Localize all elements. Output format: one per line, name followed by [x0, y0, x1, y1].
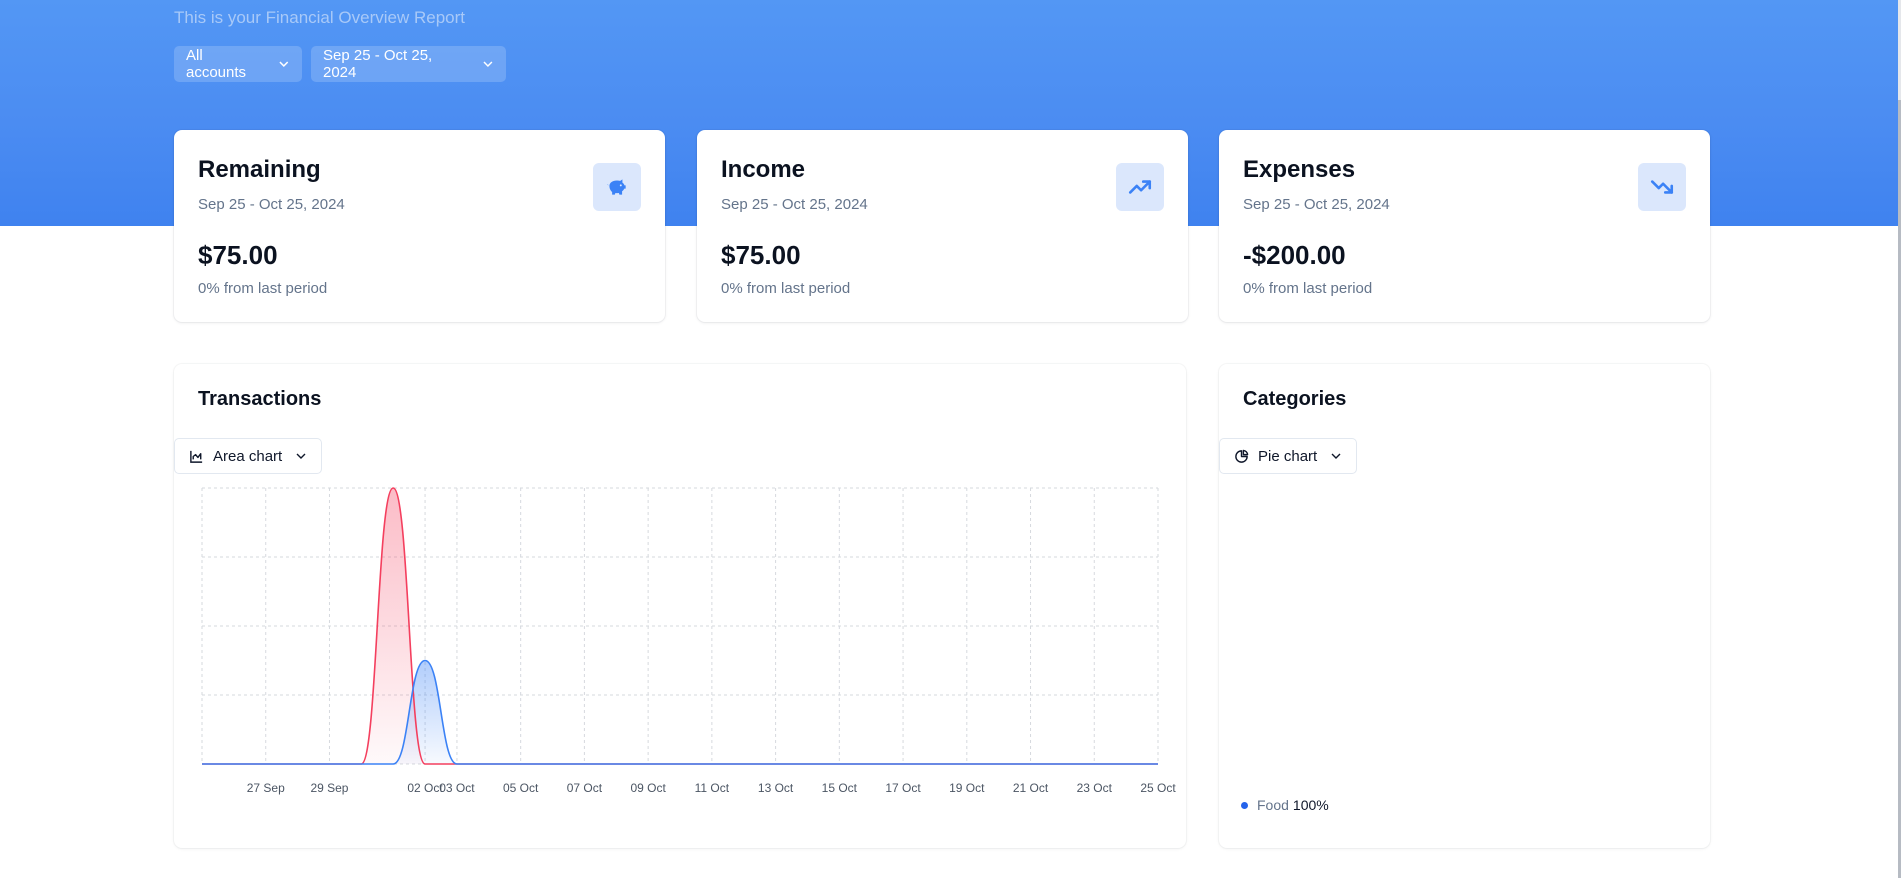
x-tick-label: 15 Oct [822, 781, 858, 795]
x-tick-label: 29 Sep [310, 781, 348, 795]
transactions-area-chart: 27 Sep 29 Sep 02 Oct03 Oct 05 Oct 07 Oct 09 O… [201, 487, 1176, 795]
series-line [202, 659, 1158, 765]
account-filter-label: All accounts [186, 47, 247, 81]
date-filter-label: Sep 25 - Oct 25, 2024 [323, 47, 433, 81]
card-title: Expenses [1243, 156, 1356, 183]
legend-percent: 100% [1292, 797, 1329, 813]
series-area [202, 660, 1158, 764]
piggy-bank-icon [593, 163, 641, 211]
x-tick-label: 21 Oct [1013, 781, 1049, 795]
pie-chart-icon [1235, 449, 1249, 463]
x-tick-label: 23 Oct [1077, 781, 1113, 795]
chart-type-label: Area chart [213, 447, 283, 465]
chevron-down-icon [296, 453, 306, 459]
card-title: Remaining [198, 156, 321, 183]
card-change: 0% from last period [1243, 280, 1373, 297]
chevron-down-icon [483, 61, 493, 68]
date-range-filter-select[interactable]: Sep 25 - Oct 25, 2024 [311, 46, 506, 82]
legend-dot [1241, 801, 1248, 809]
x-tick-label: 05 Oct [503, 781, 539, 795]
card-change: 0% from last period [721, 280, 851, 297]
report-subtitle: This is your Financial Overview Report [174, 8, 465, 27]
chart-type-select[interactable]: Area chart [174, 438, 323, 474]
card-title: Income [721, 156, 806, 183]
chevron-down-icon [279, 61, 289, 67]
card-value: -$200.00 [1243, 240, 1346, 270]
card-date-range: Sep 25 - Oct 25, 2024 [198, 196, 345, 213]
chevron-down-icon [1331, 453, 1341, 459]
area-chart-icon [190, 450, 203, 463]
card-date-range: Sep 25 - Oct 25, 2024 [721, 196, 868, 213]
transactions-title: Transactions [198, 388, 322, 410]
x-tick-label: 07 Oct [567, 781, 603, 795]
account-filter-select[interactable]: All accounts [174, 46, 302, 82]
x-tick-label: 27 Sep [247, 781, 285, 795]
categories-panel: Categories Pie chart Food 100% [1219, 364, 1710, 848]
legend-item: Food 100% [1241, 797, 1329, 813]
card-value: $75.00 [721, 240, 801, 270]
remaining-card: Remaining Sep 25 - Oct 25, 2024 $75.00 0… [174, 130, 665, 322]
x-tick-label: 09 Oct [630, 781, 666, 795]
transactions-panel: Transactions Area chart 27 Sep 29 Sep 02 O… [174, 364, 1186, 848]
trending-down-icon [1638, 163, 1686, 211]
legend-name: Food [1257, 797, 1289, 813]
expenses-card: Expenses Sep 25 - Oct 25, 2024 -$200.00 … [1219, 130, 1710, 322]
income-card: Income Sep 25 - Oct 25, 2024 $75.00 0% f… [697, 130, 1188, 322]
category-chart-type-select[interactable]: Pie chart [1219, 438, 1358, 474]
card-change: 0% from last period [198, 280, 328, 297]
card-value: $75.00 [198, 240, 278, 270]
x-tick-label: 17 Oct [885, 781, 921, 795]
x-tick-label: 02 Oct [407, 781, 443, 795]
category-chart-type-label: Pie chart [1258, 447, 1318, 465]
x-tick-label: 11 Oct [695, 781, 730, 795]
x-tick-label: 19 Oct [949, 781, 985, 795]
trending-up-icon [1116, 163, 1164, 211]
categories-title: Categories [1243, 388, 1347, 410]
x-tick-label: 03 Oct [439, 781, 475, 795]
x-tick-label: 13 Oct [758, 781, 794, 795]
x-tick-label: 25 Oct [1140, 781, 1176, 795]
card-date-range: Sep 25 - Oct 25, 2024 [1243, 196, 1390, 213]
